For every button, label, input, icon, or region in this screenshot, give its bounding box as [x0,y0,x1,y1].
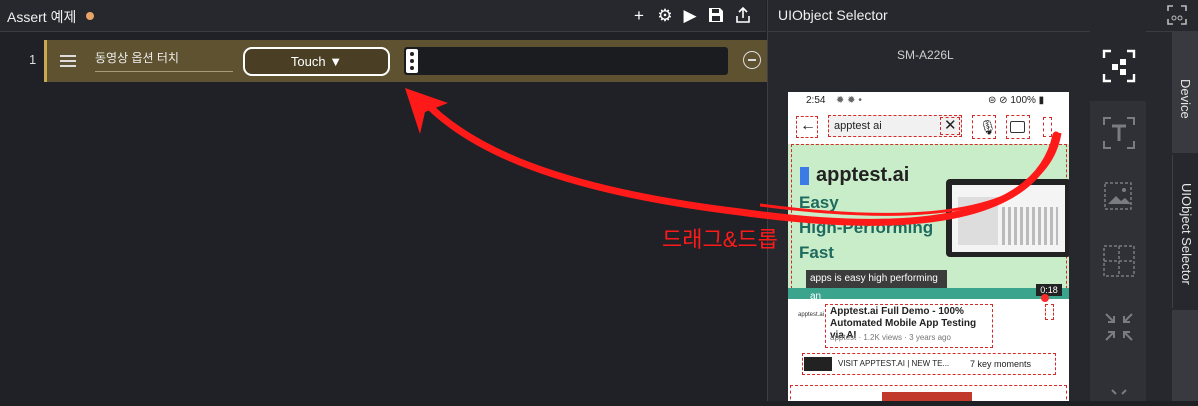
more-vert-icon[interactable] [406,49,418,73]
video-caption: apps is easy high performing an [806,270,947,302]
key-moments[interactable]: 7 key moments [970,359,1031,369]
add-icon[interactable]: + [629,6,649,26]
brand-mark-icon [800,167,809,185]
text-selector-icon[interactable] [1102,116,1136,150]
banner-footer [788,288,1069,299]
step-number: 1 [29,52,37,67]
battery-status: ⊜ ⊘ 100% ▮ [988,95,1044,106]
banner-line-1: Easy [799,193,839,212]
save-icon[interactable] [706,6,726,26]
cast-glyph-icon [1010,121,1025,133]
close-icon: ✕ [944,117,957,134]
image-selector-icon[interactable] [1102,180,1136,214]
screen-capture-icon[interactable] [1166,4,1188,26]
signal-icons: ⊜ ⊘ [988,95,1011,106]
remove-step-button[interactable] [743,51,761,69]
tab-uiobject-label: UIObject Selector [1179,183,1194,285]
battery-percent: 100% [1010,95,1036,106]
drag-drop-label: 드래그&드롭 [662,227,778,252]
progress-thumb[interactable] [1041,294,1049,302]
microphone-glyph-icon: 🎙 [979,119,997,135]
tab-device-label: Device [1178,79,1193,119]
visit-text: VISIT APPTEST.AI | NEW TE... [838,359,950,368]
more-options-icon[interactable] [1043,117,1052,137]
channel-avatar[interactable]: apptest.ai [798,312,824,318]
step-name-field[interactable]: 동영상 옵션 터치 [95,49,233,72]
region-selector-icon[interactable] [1102,244,1136,278]
action-dropdown[interactable]: Touch ▼ [243,47,390,76]
more-tool-icon[interactable] [1102,386,1136,401]
tab-placeholder[interactable] [1172,310,1198,401]
export-icon[interactable] [733,6,753,26]
video-duration: 0:18 [1036,284,1062,296]
tab-uiobject-selector[interactable]: UIObject Selector [1172,155,1198,308]
video-more-icon[interactable] [1045,304,1054,320]
select-object-icon[interactable] [1102,49,1136,83]
link-thumbnail [804,357,832,371]
video-meta: apptest · 1.2K views · 3 years ago [830,333,951,342]
collapse-icon[interactable] [1102,310,1136,344]
drag-handle-icon[interactable] [60,55,76,69]
tab-device[interactable]: Device [1172,31,1198,153]
device-name: SM-A226L [897,48,954,62]
battery-icon: ▮ [1035,95,1045,106]
device-screen[interactable]: 2:54 ✹ ✹ • ⊜ ⊘ 100% ▮ ← apptest ai ✕ 🎙 a… [788,92,1069,401]
unsaved-dot-icon [86,12,94,20]
scenario-header [0,0,766,32]
banner-line-3: Fast [799,243,834,262]
search-text: apptest ai [834,120,882,132]
gear-icon[interactable]: ⚙ [655,6,675,26]
selector-title: UIObject Selector [778,7,888,23]
play-icon[interactable]: ▶ [680,6,700,26]
back-arrow-icon: ← [800,117,816,134]
scenario-title: Assert 예제 [7,9,77,25]
laptop-screen [952,185,1065,252]
status-time: 2:54 [806,95,826,106]
status-icons: ✹ ✹ • [836,95,862,106]
banner-line-2: High-Performing [799,218,934,237]
target-object-field[interactable] [404,47,728,75]
next-thumbnail [882,392,972,401]
banner-brand: apptest.ai [816,164,910,186]
